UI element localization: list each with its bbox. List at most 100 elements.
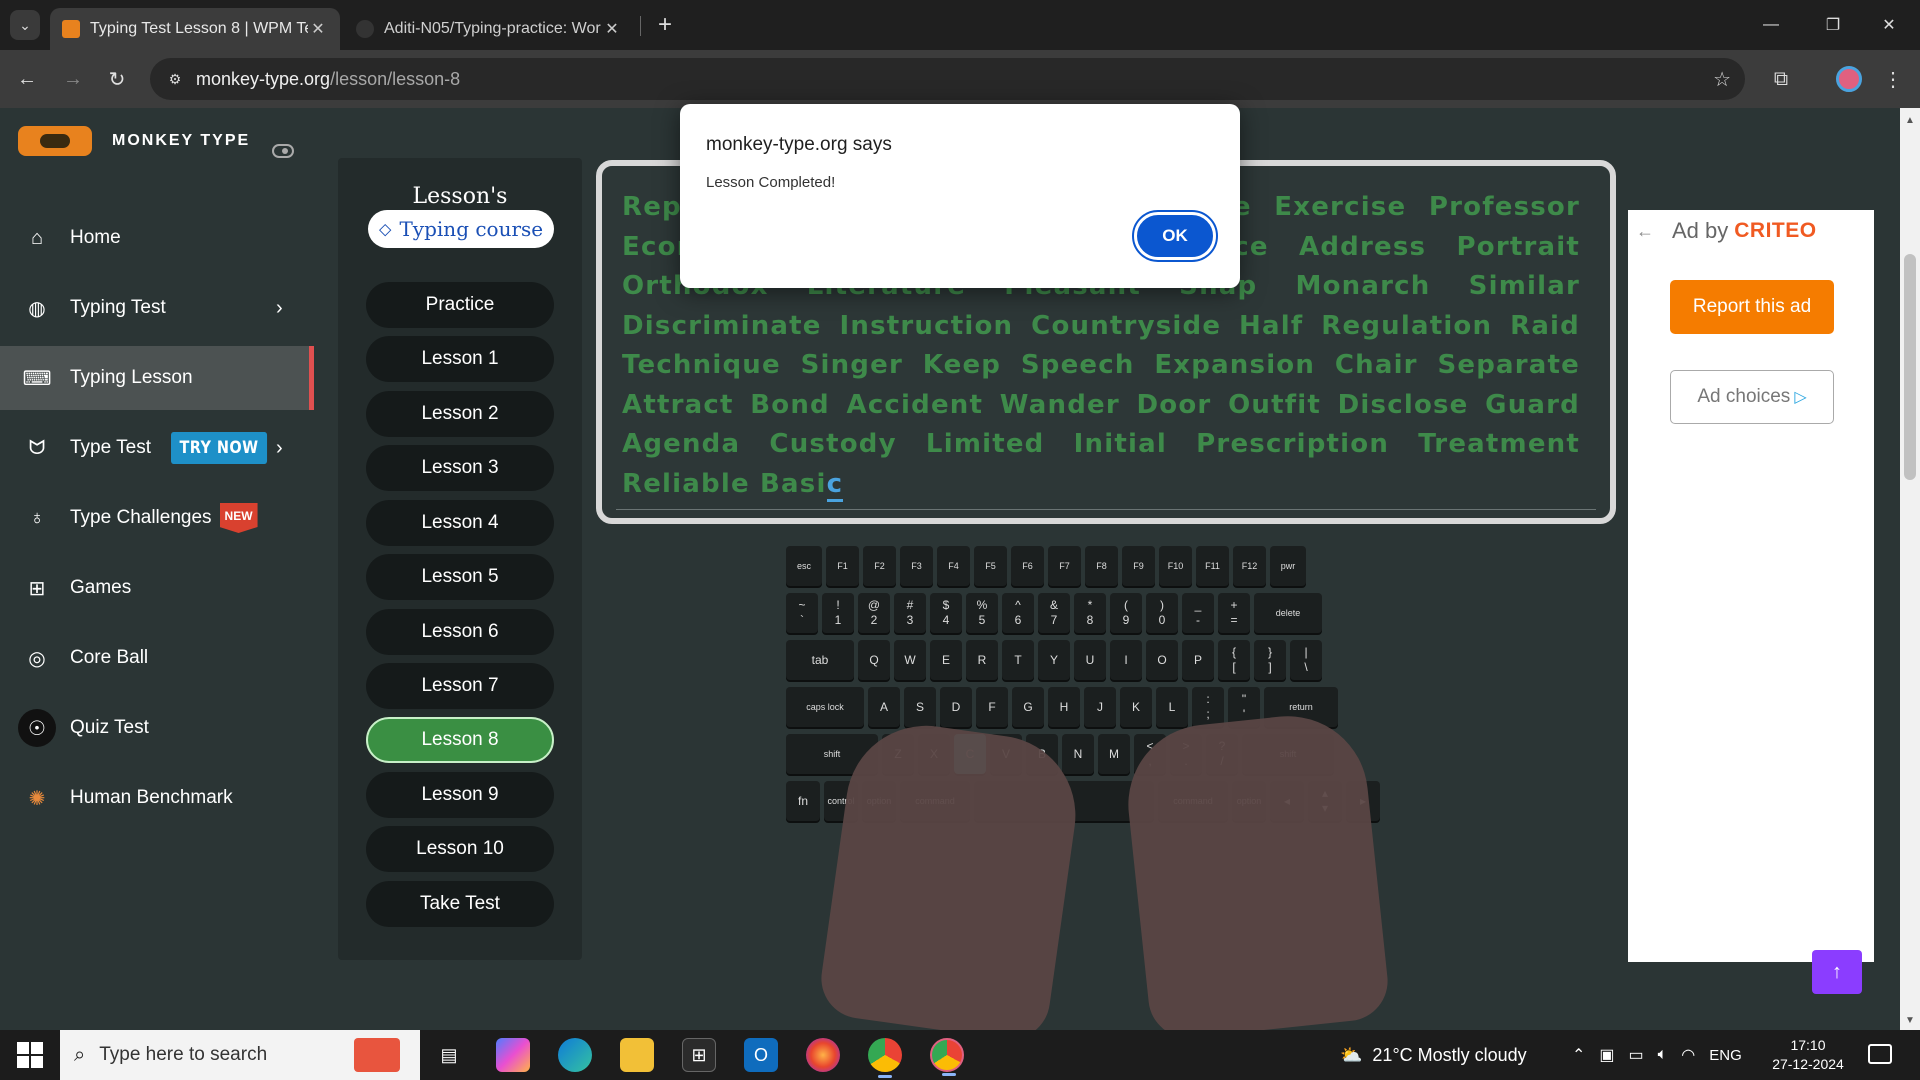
chrome-icon[interactable] xyxy=(868,1038,902,1078)
tab-title: Aditi-N05/Typing-practice: Wor xyxy=(384,20,601,37)
taskbar-clock[interactable]: 17:10 27-12-2024 xyxy=(1766,1036,1850,1074)
key-U: U xyxy=(1074,640,1106,680)
scrollbar-thumb[interactable] xyxy=(1904,254,1916,480)
extensions-icon[interactable]: ⧉ xyxy=(1764,62,1798,96)
lesson-button-6[interactable]: Lesson 6 xyxy=(366,609,554,655)
weather-widget[interactable]: ⛅ 21°C Mostly cloudy xyxy=(1340,1030,1527,1080)
sidebar-item-type-challenges[interactable]: ♁ Type Challenges NEW xyxy=(0,486,314,550)
taskbar-search-input[interactable]: ⌕ Type here to search xyxy=(60,1030,420,1080)
sidebar-item-human-benchmark[interactable]: ✺ Human Benchmark xyxy=(0,766,314,830)
lesson-button-3[interactable]: Lesson 3 xyxy=(366,445,554,491)
address-bar[interactable]: ⚙ monkey-type.org/lesson/lesson-8 ☆ xyxy=(150,58,1745,100)
battery-icon[interactable]: ▭ xyxy=(1629,1045,1644,1065)
sidebar-item-type-test[interactable]: ᗢ Type Test TRY NOW › xyxy=(0,416,314,480)
forward-arrow-icon[interactable]: → xyxy=(56,62,90,96)
firefox-icon[interactable] xyxy=(806,1038,840,1072)
new-tab-plus-icon[interactable]: + xyxy=(650,10,680,40)
key-Y: Y xyxy=(1038,640,1070,680)
tab-search-chevron-icon[interactable]: ⌄ xyxy=(10,10,40,40)
sidebar-item-games[interactable]: ⊞ Games xyxy=(0,556,314,620)
take-test-button[interactable]: Take Test xyxy=(366,881,554,927)
lesson-panel: Lesson's ⬦ Typing course Practice Lesson… xyxy=(338,158,582,960)
right-hand xyxy=(1120,708,1392,1042)
lesson-button-5[interactable]: Lesson 5 xyxy=(366,554,554,600)
scroll-up-arrow-icon[interactable]: ▲ xyxy=(1900,112,1920,128)
tab-typing-test[interactable]: Typing Test Lesson 8 | WPM Tes ✕ xyxy=(50,8,340,50)
lesson-button-10[interactable]: Lesson 10 xyxy=(366,826,554,872)
key-$-4: $ 4 xyxy=(930,593,962,633)
home-icon: ⌂ xyxy=(30,226,44,249)
microsoft-store-icon[interactable]: ⊞ xyxy=(682,1038,716,1072)
key-R: R xyxy=(966,640,998,680)
award-icon: ♁ xyxy=(29,506,45,529)
windows-start-icon[interactable] xyxy=(10,1040,50,1070)
brain-fire-icon: ✺ xyxy=(28,787,46,810)
course-label: Typing course xyxy=(399,217,544,241)
theme-toggle[interactable] xyxy=(272,144,294,158)
key-F6: F6 xyxy=(1011,546,1044,586)
key-&-7: & 7 xyxy=(1038,593,1070,633)
key-F12: F12 xyxy=(1233,546,1266,586)
lesson-button-2[interactable]: Lesson 2 xyxy=(366,391,554,437)
chevron-up-icon[interactable]: ⌃ xyxy=(1572,1045,1585,1065)
page-scrollbar[interactable]: ▲ ▼ xyxy=(1900,108,1920,1030)
site-info-icon[interactable]: ⚙ xyxy=(164,68,186,90)
close-window-icon[interactable]: ✕ xyxy=(1866,8,1912,42)
menu-kebab-icon[interactable]: ⋮ xyxy=(1876,62,1910,96)
sidebar-item-typing-test[interactable]: ◍ Typing Test › xyxy=(0,276,314,340)
sidebar-item-label: Core Ball xyxy=(70,647,149,668)
lesson-button-4[interactable]: Lesson 4 xyxy=(366,500,554,546)
clock-time: 17:10 xyxy=(1790,1037,1826,1053)
close-tab-icon[interactable]: ✕ xyxy=(602,19,622,39)
key-F2: F2 xyxy=(863,546,896,586)
lesson-button-8[interactable]: Lesson 8 xyxy=(366,717,554,763)
sidebar-item-typing-lesson[interactable]: ⌨ Typing Lesson xyxy=(0,346,314,410)
notification-icon[interactable] xyxy=(1868,1044,1892,1064)
volume-icon[interactable]: 🔈︎ xyxy=(1658,1046,1668,1064)
back-arrow-icon[interactable]: ← xyxy=(10,62,44,96)
scroll-down-arrow-icon[interactable]: ▼ xyxy=(1900,1012,1920,1028)
key-pwr: pwr xyxy=(1270,546,1306,586)
dialog-ok-button[interactable]: OK xyxy=(1132,210,1218,262)
key-{-[: { [ xyxy=(1218,640,1250,680)
lesson-button-7[interactable]: Lesson 7 xyxy=(366,663,554,709)
task-view-icon[interactable]: ▤ xyxy=(432,1038,466,1072)
typing-course-pill[interactable]: ⬦ Typing course xyxy=(368,210,554,248)
minimize-icon[interactable]: — xyxy=(1748,8,1794,42)
restore-icon[interactable]: ❐ xyxy=(1810,8,1856,42)
edge-icon[interactable] xyxy=(558,1038,592,1072)
chrome-profile-icon[interactable] xyxy=(930,1038,964,1076)
copilot-icon[interactable] xyxy=(496,1038,530,1072)
reload-icon[interactable]: ↻ xyxy=(100,62,134,96)
sidebar-item-label: Typing Lesson xyxy=(70,367,193,388)
outlook-icon[interactable]: O xyxy=(744,1038,778,1072)
bookmark-star-icon[interactable]: ☆ xyxy=(1713,67,1731,92)
monkey-favicon-icon xyxy=(62,20,80,38)
key-F11: F11 xyxy=(1196,546,1229,586)
back-arrow-icon[interactable]: ← xyxy=(1636,221,1654,242)
key-F9: F9 xyxy=(1122,546,1155,586)
profile-avatar[interactable] xyxy=(1836,66,1862,92)
browser-tab-bar: ⌄ Typing Test Lesson 8 | WPM Tes ✕ Aditi… xyxy=(0,0,1920,50)
report-ad-button[interactable]: Report this ad xyxy=(1670,280,1834,334)
brand[interactable]: MONKEY TYPE xyxy=(18,126,250,156)
close-tab-icon[interactable]: ✕ xyxy=(308,19,328,39)
ad-choices-button[interactable]: Ad choices ▷ xyxy=(1670,370,1834,424)
key-+-=: + = xyxy=(1218,593,1250,633)
brand-name: MONKEY TYPE xyxy=(112,132,251,149)
meet-icon[interactable]: ▣ xyxy=(1599,1045,1614,1065)
scroll-to-top-button[interactable]: ↑ xyxy=(1812,950,1862,994)
wifi-icon[interactable]: ◠ xyxy=(1681,1045,1695,1065)
language-indicator[interactable]: ENG xyxy=(1709,1047,1742,1064)
sidebar-item-quiz-test[interactable]: ☉ Quiz Test xyxy=(0,696,314,760)
url-text[interactable]: monkey-type.org/lesson/lesson-8 xyxy=(196,69,460,90)
tab-github[interactable]: Aditi-N05/Typing-practice: Wor ✕ xyxy=(344,8,634,50)
left-hand xyxy=(816,715,1086,1045)
sidebar-item-home[interactable]: ⌂ Home xyxy=(0,206,314,270)
sidebar-item-label: Type Challenges xyxy=(70,507,212,528)
sidebar-item-core-ball[interactable]: ◎ Core Ball xyxy=(0,626,314,690)
lesson-button-9[interactable]: Lesson 9 xyxy=(366,772,554,818)
lesson-button-practice[interactable]: Practice xyxy=(366,282,554,328)
lesson-button-1[interactable]: Lesson 1 xyxy=(366,336,554,382)
file-explorer-icon[interactable] xyxy=(620,1038,654,1072)
